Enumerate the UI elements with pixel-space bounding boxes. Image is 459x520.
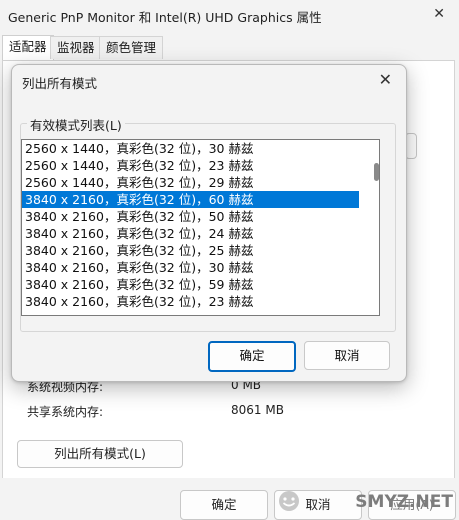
list-item[interactable]: 3840 x 2160，真彩色(32 位)，50 赫兹 (22, 208, 359, 225)
list-item[interactable]: 3840 x 2160，真彩色(32 位)，23 赫兹 (22, 293, 359, 310)
list-all-modes-button[interactable]: 列出所有模式(L) (17, 440, 183, 468)
window-close-icon[interactable]: ✕ (433, 6, 445, 22)
valid-modes-label: 有效模式列表(L) (27, 115, 125, 134)
dialog-ok-button[interactable]: 确定 (208, 341, 296, 372)
list-item[interactable]: 3840 x 2160，真彩色(32 位)，59 赫兹 (22, 276, 359, 293)
list-item-selected[interactable]: 3840 x 2160，真彩色(32 位)，60 赫兹 (22, 191, 359, 208)
tab-color-management[interactable]: 颜色管理 (99, 36, 164, 59)
list-item[interactable]: 2560 x 1440，真彩色(32 位)，30 赫兹 (22, 140, 359, 157)
list-item[interactable]: 3840 x 2160，真彩色(32 位)，24 赫兹 (22, 225, 359, 242)
window-title: Generic PnP Monitor 和 Intel(R) UHD Graph… (8, 10, 322, 25)
list-all-modes-dialog: 列出所有模式 ✕ 有效模式列表(L) 2560 x 1440，真彩色(32 位)… (11, 64, 407, 382)
dialog-title: 列出所有模式 (22, 76, 98, 91)
shared-memory-value: 8061 MB (231, 403, 284, 417)
modes-listbox[interactable]: 2560 x 1440，真彩色(32 位)，30 赫兹 2560 x 1440，… (21, 139, 380, 316)
window-titlebar: Generic PnP Monitor 和 Intel(R) UHD Graph… (0, 0, 459, 30)
tab-monitor[interactable]: 监视器 (50, 36, 102, 59)
watermark-text: SMYZ.NET (355, 492, 453, 512)
tab-adapter[interactable]: 适配器 (2, 35, 54, 60)
listbox-scrollbar-thumb[interactable] (374, 163, 379, 181)
list-item[interactable]: 2560 x 1440，真彩色(32 位)，29 赫兹 (22, 174, 359, 191)
shared-memory-label: 共享系统内存: (27, 405, 104, 419)
tab-strip: 适配器 监视器 颜色管理 (0, 35, 459, 60)
main-ok-button[interactable]: 确定 (180, 490, 268, 520)
dialog-cancel-button[interactable]: 取消 (304, 341, 390, 370)
list-item[interactable]: 2560 x 1440，真彩色(32 位)，23 赫兹 (22, 157, 359, 174)
value-smile-logo-icon (279, 491, 299, 511)
dialog-close-icon[interactable]: ✕ (379, 70, 392, 89)
list-item[interactable]: 3840 x 2160，真彩色(32 位)，30 赫兹 (22, 259, 359, 276)
list-item[interactable]: 3840 x 2160，真彩色(32 位)，25 赫兹 (22, 242, 359, 259)
